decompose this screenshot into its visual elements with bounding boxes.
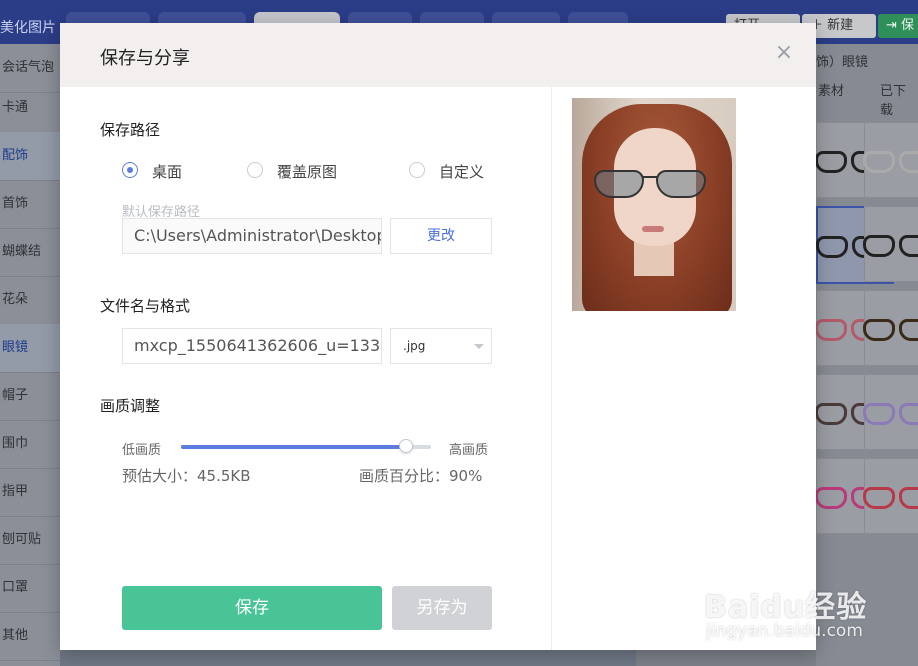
glasses-thumbnail[interactable] xyxy=(863,206,918,282)
radio-unchecked-icon xyxy=(247,162,263,178)
radio-custom[interactable]: 自定义 xyxy=(409,161,499,181)
sidebar-item[interactable]: 蝴蝶结 xyxy=(0,228,60,277)
file-section-title: 文件名与格式 xyxy=(100,297,191,315)
glasses-icon xyxy=(863,487,918,509)
sidebar-item-selected[interactable]: 配饰 xyxy=(0,132,60,181)
sidebar-item[interactable]: 卡通 xyxy=(0,84,60,133)
dialog-title: 保存与分享 xyxy=(100,48,190,69)
sidebar-item[interactable]: 帽子 xyxy=(0,372,60,421)
sidebar-item-selected[interactable]: 眼镜 xyxy=(0,324,60,373)
quality-percent: 画质百分比：90% xyxy=(359,467,483,485)
save-button[interactable]: 保存 xyxy=(122,586,382,630)
sidebar-item[interactable]: 口罩 xyxy=(0,564,60,613)
sidebar-item[interactable]: 首饰 xyxy=(0,180,60,229)
panel-breadcrumb: 饰）眼镜 xyxy=(816,55,869,70)
glasses-thumbnail[interactable] xyxy=(863,290,918,366)
save-as-button[interactable]: 另存为 xyxy=(392,586,492,630)
save-share-dialog: 保存与分享 × 保存路径 桌面 覆盖原图 自定义 默认保存路径 C:\Users… xyxy=(60,23,816,650)
radio-checked-icon xyxy=(122,162,138,178)
filename-input[interactable]: mxcp_1550641362606_u=1330... xyxy=(122,328,382,364)
quality-section-title: 画质调整 xyxy=(100,397,161,415)
tab-materials[interactable]: 素材 xyxy=(818,80,844,99)
radio-desktop[interactable]: 桌面 xyxy=(122,161,202,181)
sidebar-item[interactable]: 其他 xyxy=(0,612,60,661)
preview-image xyxy=(572,98,736,311)
quality-slider-fill xyxy=(181,445,406,449)
chevron-down-icon xyxy=(474,344,484,349)
watermark-url: jingyan.baidu.com xyxy=(706,621,863,641)
watermark-logo: Baidu经验 xyxy=(704,590,868,625)
low-quality-label: 低画质 xyxy=(122,443,162,458)
quality-slider-handle[interactable] xyxy=(399,439,413,453)
save-path-title: 保存路径 xyxy=(100,121,161,139)
format-select[interactable]: .jpg xyxy=(390,328,492,364)
sidebar-item[interactable]: 指甲 xyxy=(0,468,60,517)
save-path-field[interactable]: C:\Users\Administrator\Desktop xyxy=(122,218,382,254)
tab-downloaded[interactable]: 已下载 xyxy=(880,80,918,118)
radio-overwrite[interactable]: 覆盖原图 xyxy=(247,161,357,181)
left-sidebar: 会话气泡 卡通 配饰 首饰 蝴蝶结 花朵 眼镜 帽子 围巾 指甲 刨可贴 口罩 … xyxy=(0,44,60,666)
high-quality-label: 高画质 xyxy=(449,443,489,458)
glasses-thumbnail[interactable] xyxy=(863,458,918,534)
divider xyxy=(551,87,552,650)
sidebar-item[interactable]: 围巾 xyxy=(0,420,60,469)
change-path-button[interactable]: 更改 xyxy=(390,218,492,254)
bottom-toolbar xyxy=(636,650,816,666)
glasses-icon xyxy=(863,319,918,341)
share-button[interactable]: ⇥ 保 xyxy=(878,14,918,38)
close-icon[interactable]: × xyxy=(774,42,794,64)
dialog-header: 保存与分享 × xyxy=(60,23,816,87)
export-icon: ⇥ xyxy=(886,18,902,33)
glasses-icon xyxy=(863,151,918,173)
glasses-icon xyxy=(863,235,918,257)
sidebar-item[interactable]: 刨可贴 xyxy=(0,516,60,565)
sidebar-item[interactable]: 花朵 xyxy=(0,276,60,325)
estimated-size: 预估大小：45.5KB xyxy=(122,467,251,485)
glasses-thumbnail[interactable] xyxy=(863,122,918,198)
quality-slider[interactable] xyxy=(181,439,431,453)
glasses-icon xyxy=(863,403,918,425)
glasses-thumbnail[interactable] xyxy=(863,374,918,450)
glasses-icon xyxy=(594,170,714,200)
radio-unchecked-icon xyxy=(409,162,425,178)
app-title: 美化图片 xyxy=(0,20,56,36)
